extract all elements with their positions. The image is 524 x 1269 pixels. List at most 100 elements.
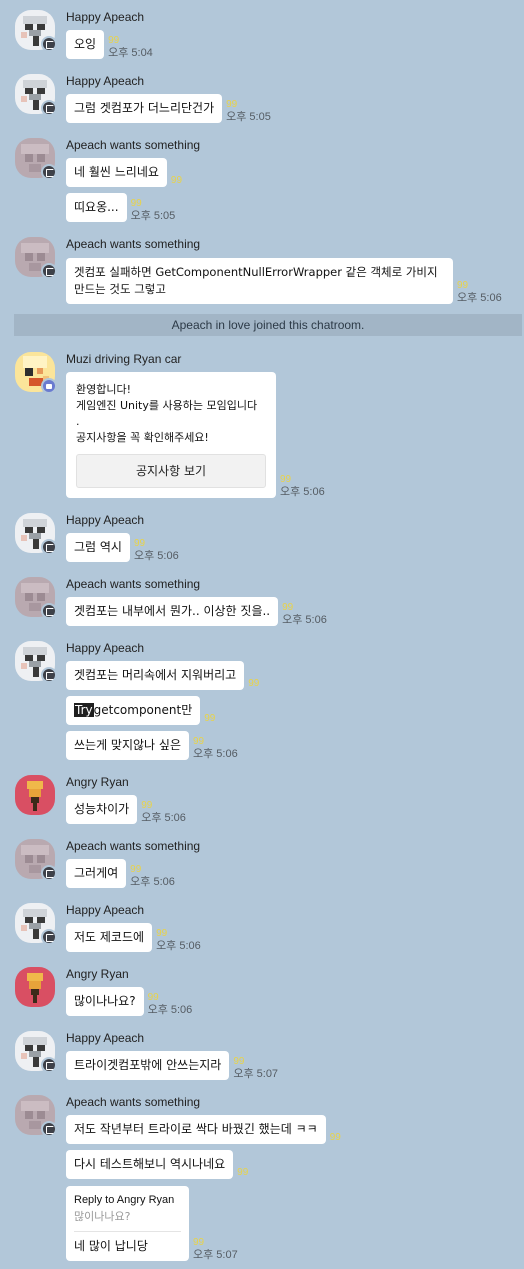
message-row: 많이나나요? 99 오후 5:06 xyxy=(66,987,192,1016)
reply-quoted-text[interactable]: 많이나나요? xyxy=(74,1208,181,1232)
unread-count: 99 xyxy=(237,1167,249,1178)
message-bubble[interactable]: 저도 작년부터 트라이로 싹다 바꿨긴 했는데 ㅋㅋ xyxy=(66,1115,326,1144)
message-row: 겟컴포 실패하면 GetComponentNullErrorWrapper 같은… xyxy=(66,258,502,304)
message-row: 다시 테스트해보니 역시나네요 99 xyxy=(66,1150,248,1179)
unread-count: 99 xyxy=(193,736,205,747)
group-badge-icon xyxy=(41,865,57,881)
message-bubble[interactable]: 그럼 역시 xyxy=(66,533,130,562)
bot-badge-icon xyxy=(41,378,57,394)
unread-count: 99 xyxy=(233,1056,245,1067)
message-row: 환영합니다! 게임엔진 Unity를 사용하는 모임입니다 . 공지사항을 꼭 … xyxy=(66,372,325,498)
message-time: 오후 5:07 xyxy=(233,1068,279,1080)
message-time: 오후 5:05 xyxy=(130,210,176,222)
message-bubble[interactable]: 저도 제코드에 xyxy=(66,923,153,952)
group-badge-icon xyxy=(41,603,57,619)
message-time: 오후 5:06 xyxy=(130,876,175,888)
message-bubble[interactable]: 오잉 xyxy=(66,30,105,59)
message-row: 트라이겟컴포밖에 안쓰는지라 99 오후 5:07 xyxy=(66,1051,278,1080)
sender-name: Apeach wants something xyxy=(66,577,201,591)
message-bubble[interactable]: 네 훨씬 느리네요 xyxy=(66,158,167,187)
sender-name: Angry Ryan xyxy=(66,967,129,981)
unread-count: 99 xyxy=(130,198,142,209)
unread-count: 99 xyxy=(248,678,260,689)
message-time: 오후 5:06 xyxy=(147,1004,193,1016)
group-badge-icon xyxy=(41,36,57,52)
sender-name: Apeach wants something xyxy=(66,138,201,152)
message-bubble[interactable]: 다시 테스트해보니 역시나네요 xyxy=(66,1150,234,1179)
message-time: 오후 5:06 xyxy=(280,486,325,498)
notice-card: 환영합니다! 게임엔진 Unity를 사용하는 모임입니다 . 공지사항을 꼭 … xyxy=(66,372,276,498)
message-row: 그러게여 99 오후 5:06 xyxy=(66,859,175,888)
notice-text: 환영합니다! 게임엔진 Unity를 사용하는 모임입니다 . 공지사항을 꼭 … xyxy=(76,383,258,444)
group-badge-icon xyxy=(41,667,57,683)
message-time: 오후 5:06 xyxy=(141,812,186,824)
group-badge-icon xyxy=(41,164,57,180)
unread-count: 99 xyxy=(130,864,142,875)
reply-message-card[interactable]: Reply to Angry Ryan 많이나나요? 네 많이 납니당 xyxy=(66,1186,189,1261)
message-row: 겟컴포는 머리속에서 지워버리고 99 xyxy=(66,661,259,690)
message-text: getcomponent만 xyxy=(93,703,193,717)
message-bubble[interactable]: Trygetcomponent만 xyxy=(66,696,201,725)
sender-name: Angry Ryan xyxy=(66,775,129,789)
message-row: 띠요옹... 99 오후 5:05 xyxy=(66,193,175,222)
message-row: 겟컴포는 내부에서 뭔가.. 이상한 짓을.. 99 오후 5:06 xyxy=(66,597,327,626)
message-row: 그럼 역시 99 오후 5:06 xyxy=(66,533,179,562)
group-badge-icon xyxy=(41,263,57,279)
sender-name: Happy Apeach xyxy=(66,641,145,655)
highlighted-text: Try xyxy=(74,703,94,717)
message-time: 오후 5:06 xyxy=(156,940,201,952)
unread-count: 99 xyxy=(193,1237,205,1248)
message-time: 오후 5:07 xyxy=(193,1249,238,1261)
message-row: 네 훨씬 느리네요 99 xyxy=(66,158,182,187)
unread-count: 99 xyxy=(282,602,294,613)
message-row: 쓰는게 맞지않나 싶은 99 오후 5:06 xyxy=(66,731,238,760)
avatar-angry-ryan[interactable] xyxy=(15,967,55,1007)
unread-count: 99 xyxy=(156,928,168,939)
message-row: 성능차이가 99 오후 5:06 xyxy=(66,795,186,824)
message-bubble[interactable]: 그럼 겟컴포가 더느리단건가 xyxy=(66,94,223,123)
message-row: Trygetcomponent만 99 xyxy=(66,696,215,725)
sender-name: Muzi driving Ryan car xyxy=(66,352,182,366)
message-bubble[interactable]: 겟컴포 실패하면 GetComponentNullErrorWrapper 같은… xyxy=(66,258,453,304)
reply-to-label: Reply to Angry Ryan xyxy=(74,1194,175,1206)
message-time: 오후 5:04 xyxy=(108,47,153,59)
message-bubble[interactable]: 겟컴포는 내부에서 뭔가.. 이상한 짓을.. xyxy=(66,597,279,626)
message-bubble[interactable]: 그러게여 xyxy=(66,859,127,888)
message-time: 오후 5:06 xyxy=(193,748,238,760)
message-row: 오잉 99 오후 5:04 xyxy=(66,30,153,59)
unread-count: 99 xyxy=(280,474,292,485)
message-bubble[interactable]: 트라이겟컴포밖에 안쓰는지라 xyxy=(66,1051,230,1080)
message-row: 그럼 겟컴포가 더느리단건가 99 오후 5:05 xyxy=(66,94,271,123)
message-bubble[interactable]: 쓰는게 맞지않나 싶은 xyxy=(66,731,189,760)
message-time: 오후 5:05 xyxy=(226,111,271,123)
view-notice-button[interactable]: 공지사항 보기 xyxy=(76,454,266,488)
sender-name: Happy Apeach xyxy=(66,74,145,88)
message-row: 저도 제코드에 99 오후 5:06 xyxy=(66,923,201,952)
message-bubble[interactable]: 겟컴포는 머리속에서 지워버리고 xyxy=(66,661,245,690)
group-badge-icon xyxy=(41,929,57,945)
message-row: Reply to Angry Ryan 많이나나요? 네 많이 납니당 99 오후… xyxy=(66,1186,238,1261)
unread-count: 99 xyxy=(147,992,159,1003)
avatar-angry-ryan[interactable] xyxy=(15,775,55,815)
unread-count: 99 xyxy=(170,175,183,186)
sender-name: Apeach wants something xyxy=(66,839,201,853)
sender-name: Happy Apeach xyxy=(66,10,145,24)
message-bubble[interactable]: 성능차이가 xyxy=(66,795,138,824)
message-bubble[interactable]: 많이나나요? xyxy=(66,987,144,1016)
message-time: 오후 5:06 xyxy=(282,614,327,626)
message-row: 저도 작년부터 트라이로 싹다 바꿨긴 했는데 ㅋㅋ 99 xyxy=(66,1115,341,1144)
sender-name: Apeach wants something xyxy=(66,237,201,251)
sender-name: Apeach wants something xyxy=(66,1095,201,1109)
unread-count: 99 xyxy=(226,99,238,110)
message-bubble[interactable]: 띠요옹... xyxy=(66,193,127,222)
unread-count: 99 xyxy=(108,35,120,46)
group-badge-icon xyxy=(41,539,57,555)
message-time: 오후 5:06 xyxy=(457,292,502,304)
sender-name: Happy Apeach xyxy=(66,903,145,917)
group-badge-icon xyxy=(41,1057,57,1073)
unread-count: 99 xyxy=(457,280,469,291)
unread-count: 99 xyxy=(329,1132,341,1143)
unread-count: 99 xyxy=(141,800,153,811)
group-badge-icon xyxy=(41,100,57,116)
sender-name: Happy Apeach xyxy=(66,513,145,527)
